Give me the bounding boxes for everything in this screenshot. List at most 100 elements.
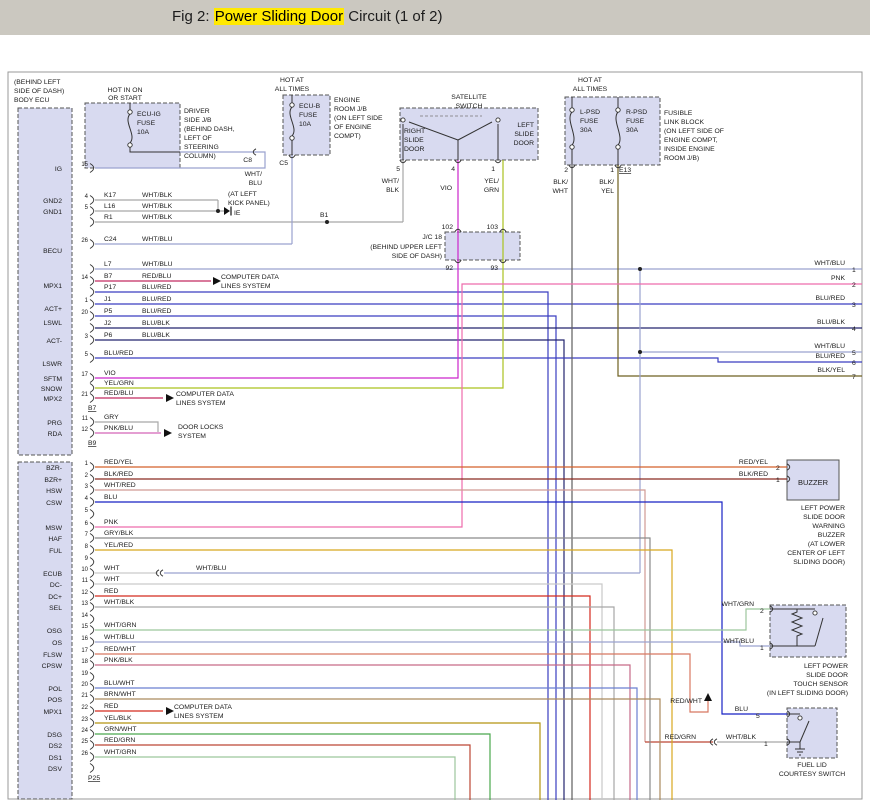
pin-bracket (90, 486, 94, 495)
pin-number: 8 (85, 544, 89, 550)
label: (BEHIND DASH, (184, 126, 235, 133)
fuse-terminal (290, 103, 294, 107)
label: YEL/ (484, 178, 499, 185)
label: COMPUTER DATA (221, 274, 279, 281)
label: SIDE J/B (184, 117, 212, 124)
pin-bracket (90, 288, 94, 297)
computer-data-arrow-mpx2 (166, 394, 174, 402)
label: BUZZER (818, 532, 845, 539)
label: WHT/ (245, 171, 262, 178)
pin-bracket (90, 730, 94, 739)
label: BLU (735, 706, 748, 713)
redwht-continuation-arrow (704, 693, 712, 701)
pin-bracket (90, 394, 94, 403)
wire-color-label: YEL/BLK (104, 715, 132, 722)
label: BODY ECU (14, 97, 49, 104)
wire-color-label: WHT (104, 576, 119, 583)
wire-id: J1 (104, 296, 111, 303)
edge-wire-number: 7 (852, 374, 856, 381)
pin-number: 4 (85, 496, 89, 502)
wire-dc-plus-red (95, 596, 590, 800)
label: ROOM J/B) (664, 155, 699, 162)
pin-bracket (90, 510, 94, 519)
wire-id: L16 (104, 203, 116, 210)
label: C5 (279, 160, 288, 167)
label: L-PSD (580, 109, 600, 116)
pin-name-PRG: PRG (47, 420, 62, 427)
label: TOUCH SENSOR (793, 681, 848, 688)
pin-bracket (90, 324, 94, 333)
junction-dot (638, 267, 642, 271)
wire-haf-gryblk (95, 538, 650, 800)
label: HOT AT (280, 77, 304, 84)
wire-dsg-grnwht (95, 734, 490, 800)
wire-id: K17 (104, 192, 116, 199)
pin-bracket (90, 265, 94, 274)
pin-number: 21 (81, 693, 88, 699)
wire-ds1-whtgrn (95, 757, 455, 800)
wire-ful-yelred (95, 550, 672, 800)
pin-name-MPX1: MPX1 (43, 283, 62, 290)
wire-id: P5 (104, 308, 113, 315)
wire-color-label: RED (104, 588, 118, 595)
label: SLIDE DOOR (803, 514, 845, 521)
label: DRIVER (184, 108, 210, 115)
label: ECU-B (299, 103, 321, 110)
label: SYSTEM (178, 433, 206, 440)
wire-id: L7 (104, 261, 112, 268)
pin-name-POS: POS (48, 697, 63, 704)
label: 92 (445, 265, 453, 272)
pin-number: 20 (81, 310, 88, 316)
pin-bracket (90, 707, 94, 716)
label: BLK/ (599, 179, 614, 186)
label: (AT LOWER (808, 541, 845, 548)
edge-wire-number: 4 (852, 326, 856, 333)
label: COLUMN) (184, 153, 216, 160)
contact-circle (813, 611, 817, 615)
pin-name-ACT-: ACT- (47, 338, 62, 345)
pin-bracket (90, 558, 94, 567)
wire-color-label: WHT/GRN (104, 622, 137, 629)
edge-wire-number: 3 (852, 302, 856, 309)
label: WHT/ (382, 178, 399, 185)
wire-color-label: WHT (104, 565, 119, 572)
pin-number: 12 (81, 427, 88, 433)
label: B9 (88, 440, 97, 447)
pin-bracket (90, 354, 94, 363)
wire-color-label: GRY (104, 414, 119, 421)
wire-ds2-redgrn (95, 745, 470, 800)
label: FUEL LID (797, 762, 827, 769)
label: 103 (487, 224, 499, 231)
label: FUSE (580, 118, 599, 125)
wire-color-label: WHT/BLK (142, 192, 173, 199)
label: HOT AT (578, 77, 602, 84)
pin-name-BZR-: BZR- (46, 465, 62, 472)
wire-color-label: BLU (104, 494, 117, 501)
pin-name-SEL: SEL (49, 605, 62, 612)
label: 1 (491, 166, 495, 173)
pin-name-BZR+: BZR+ (44, 477, 62, 484)
pin-bracket (90, 684, 94, 693)
pin-name-DS1: DS1 (49, 755, 62, 762)
pin-bracket (90, 650, 94, 659)
pin-number: 11 (82, 416, 89, 422)
label: HOT IN ON (108, 87, 143, 94)
label: 1 (776, 477, 780, 484)
diagram-border (8, 72, 862, 799)
pin-bracket (90, 196, 94, 205)
label: YEL (601, 188, 614, 195)
wire-color-label: GRY/BLK (104, 530, 134, 537)
wire-color-label: BLU/RED (142, 284, 172, 291)
edge-wire-label: BLU/RED (816, 295, 846, 302)
pin-bracket (90, 695, 94, 704)
label: P25 (88, 775, 100, 782)
wire-color-label: WHT/BLK (104, 599, 135, 606)
label: SLIDING DOOR) (793, 559, 845, 566)
label: 2 (776, 465, 780, 472)
pin-bracket (90, 218, 94, 227)
label: RED/YEL (739, 459, 768, 466)
pin-bracket (90, 534, 94, 543)
wire-color-label: BLU/RED (142, 296, 172, 303)
label: LEFT POWER (801, 505, 845, 512)
pin-number: 15 (81, 624, 88, 630)
